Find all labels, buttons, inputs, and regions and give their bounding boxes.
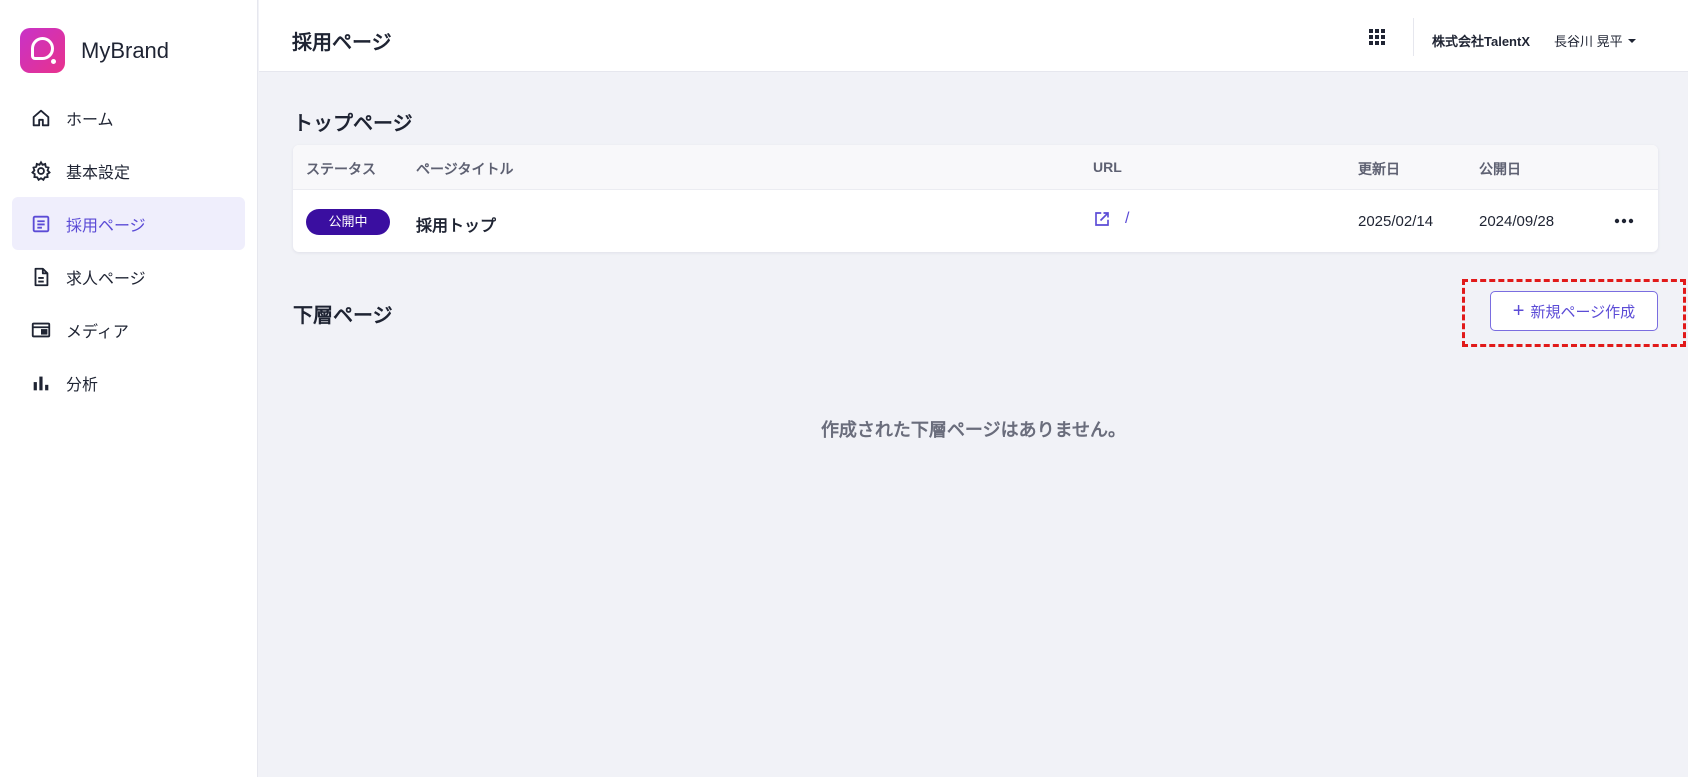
file-icon xyxy=(34,267,49,286)
column-header-published: 公開日 xyxy=(1479,161,1521,177)
table-row[interactable]: 公開中 採用トップ / 2025/02/14 2024/09/28 xyxy=(293,191,1658,252)
top-page-table: ステータス ページタイトル URL 更新日 公開日 公開中 採用トップ / 20… xyxy=(293,145,1658,252)
user-menu[interactable]: 長谷川 晃平 xyxy=(1554,31,1636,50)
sidebar-item-label: 基本設定 xyxy=(66,164,131,182)
column-header-status: ステータス xyxy=(306,161,376,177)
sidebar-item-label: メディア xyxy=(66,323,129,341)
sidebar-item-label: 採用ページ xyxy=(66,217,146,235)
apps-grid-icon[interactable] xyxy=(1369,29,1385,45)
column-header-url: URL xyxy=(1093,159,1122,175)
brand[interactable]: MyBrand xyxy=(20,28,169,73)
status-badge: 公開中 xyxy=(306,209,390,235)
empty-state-message: 作成された下層ページはありません。 xyxy=(820,420,1127,440)
brand-logo-icon xyxy=(20,28,65,73)
lower-page-section-title: 下層ページ xyxy=(293,305,393,327)
company-name: 株式会社TalentX xyxy=(1432,34,1530,49)
page-title: 採用ページ xyxy=(292,32,392,54)
header: 採用ページ 株式会社TalentX 長谷川 晃平 xyxy=(259,0,1688,72)
media-icon xyxy=(31,322,51,337)
brand-name: MyBrand xyxy=(81,37,170,63)
row-url-link[interactable]: / xyxy=(1093,210,1129,228)
user-name: 長谷川 晃平 xyxy=(1554,34,1623,49)
sidebar-item-job-page[interactable]: 求人ページ xyxy=(12,250,245,303)
row-url-text: / xyxy=(1125,210,1130,227)
column-header-updated: 更新日 xyxy=(1358,161,1400,177)
external-link-icon xyxy=(1095,212,1109,226)
row-page-title[interactable]: 採用トップ xyxy=(416,212,496,236)
table-header: ステータス ページタイトル URL 更新日 公開日 xyxy=(293,145,1658,190)
header-divider xyxy=(1413,18,1414,56)
column-header-title: ページタイトル xyxy=(416,161,514,177)
sidebar-item-settings[interactable]: 基本設定 xyxy=(12,144,245,197)
caret-down-icon xyxy=(1627,38,1636,43)
sidebar-item-label: 分析 xyxy=(66,376,99,394)
sidebar-nav: ホーム 基本設定 採用ページ 求人ページ メディア 分析 xyxy=(12,91,245,409)
sidebar-item-label: ホーム xyxy=(66,111,114,129)
top-page-section-title: トップページ xyxy=(293,113,413,135)
more-options-icon[interactable] xyxy=(1613,213,1635,229)
sidebar-item-label: 求人ページ xyxy=(66,270,146,288)
sidebar-item-media[interactable]: メディア xyxy=(12,303,245,356)
home-icon xyxy=(32,109,50,126)
gear-icon xyxy=(31,159,51,181)
sidebar-item-analytics[interactable]: 分析 xyxy=(12,356,245,409)
bar-chart-icon xyxy=(33,376,49,390)
new-page-button-label: 新規ページ作成 xyxy=(1530,303,1636,321)
sidebar-item-recruit-page[interactable]: 採用ページ xyxy=(12,197,245,250)
sidebar: MyBrand ホーム 基本設定 採用ページ 求人ページ メディア 分析 xyxy=(0,0,258,777)
new-page-button[interactable]: + 新規ページ作成 xyxy=(1490,291,1658,331)
row-published-date: 2024/09/28 xyxy=(1479,213,1555,230)
row-updated-date: 2025/02/14 xyxy=(1358,213,1434,230)
plus-icon: + xyxy=(1512,300,1525,322)
sidebar-item-home[interactable]: ホーム xyxy=(12,91,245,144)
document-list-icon xyxy=(32,215,50,232)
